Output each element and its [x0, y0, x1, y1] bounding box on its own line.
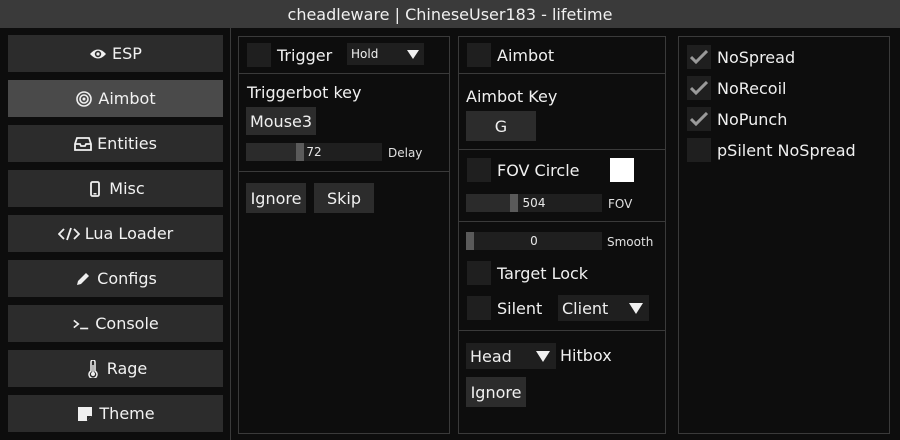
sidebar-item-label: Aimbot: [98, 89, 156, 108]
sidebar-item-label: Console: [95, 314, 159, 333]
sidebar-item-lua-loader[interactable]: Lua Loader: [8, 215, 223, 252]
chevron-down-icon: [402, 43, 424, 65]
silent-label: Silent: [497, 299, 543, 318]
sidebar-item-label: Configs: [97, 269, 157, 288]
check-icon: [690, 112, 708, 126]
inbox-icon: [74, 135, 92, 153]
code-icon: [57, 225, 80, 243]
trigger-label: Trigger: [277, 46, 333, 65]
eye-icon: [89, 45, 107, 63]
removal-label: NoPunch: [717, 110, 788, 129]
fov-value: 504: [522, 196, 546, 210]
target-lock-checkbox[interactable]: [467, 261, 491, 285]
thermometer-icon: [84, 359, 102, 378]
aimbot-ignore-button-label: Ignore: [470, 382, 522, 402]
aimbot-label: Aimbot: [497, 46, 555, 65]
sticky-note-icon: [76, 405, 94, 423]
smooth-label: Smooth: [607, 235, 654, 249]
divider: [459, 149, 665, 150]
removal-label: NoSpread: [717, 48, 796, 67]
hitbox-value: Head: [470, 346, 512, 366]
sidebar-item-misc[interactable]: Misc: [8, 170, 223, 207]
terminal-icon: [72, 315, 90, 333]
delay-slider[interactable]: 72: [246, 143, 382, 161]
skip-button[interactable]: Skip: [314, 183, 374, 213]
skip-button-label: Skip: [326, 188, 362, 208]
check-icon: [690, 50, 708, 64]
sidebar-item-label: Entities: [97, 134, 157, 153]
fov-circle-label: FOV Circle: [497, 161, 580, 180]
delay-value: 72: [306, 145, 322, 159]
trigger-checkbox[interactable]: [247, 43, 271, 67]
chevron-down-icon: [530, 343, 556, 369]
sidebar-item-rage[interactable]: Rage: [8, 350, 223, 387]
sidebar-item-label: Rage: [106, 359, 148, 378]
triggerbot-key-button[interactable]: Mouse3: [246, 107, 316, 135]
silent-mode-dropdown[interactable]: Client: [558, 295, 649, 321]
silent-mode-value: Client: [562, 298, 609, 318]
removal-label: pSilent NoSpread: [717, 141, 856, 160]
removal-checkbox[interactable]: [687, 107, 711, 131]
aimbot-checkbox[interactable]: [467, 43, 491, 67]
fov-circle-checkbox[interactable]: [467, 158, 491, 182]
ignore-button[interactable]: Ignore: [246, 183, 306, 213]
sidebar-item-label: ESP: [112, 44, 142, 63]
window-title-bar: cheadleware | ChineseUser183 - lifetime: [0, 0, 900, 28]
trigger-mode-dropdown[interactable]: Hold: [347, 43, 424, 65]
sidebar-item-entities[interactable]: Entities: [8, 125, 223, 162]
fov-label: FOV: [608, 197, 633, 211]
main-area: ESP Aimbot Entities Misc Lua Loader Conf…: [0, 28, 900, 440]
aimbot-key-label: Aimbot Key: [466, 87, 558, 106]
fov-circle-color-swatch[interactable]: [610, 158, 634, 182]
window-title: cheadleware | ChineseUser183 - lifetime: [287, 4, 613, 24]
divider: [459, 221, 665, 222]
pencil-icon: [74, 270, 92, 288]
delay-label: Delay: [388, 146, 423, 160]
aimbot-ignore-button[interactable]: Ignore: [466, 377, 526, 407]
removal-checkbox[interactable]: [687, 138, 711, 162]
triggerbot-key-label: Triggerbot key: [247, 83, 362, 102]
divider: [239, 73, 449, 74]
sidebar-item-configs[interactable]: Configs: [8, 260, 223, 297]
ignore-button-label: Ignore: [250, 188, 302, 208]
sidebar-item-label: Lua Loader: [84, 224, 174, 243]
sidebar-item-label: Misc: [109, 179, 145, 198]
triggerbot-key-value: Mouse3: [249, 111, 313, 131]
target-icon: [75, 90, 93, 108]
hitbox-dropdown[interactable]: Head: [466, 343, 556, 369]
removal-label: NoRecoil: [717, 79, 787, 98]
smooth-value: 0: [530, 234, 538, 248]
silent-checkbox[interactable]: [467, 296, 491, 320]
divider: [459, 330, 665, 331]
removal-checkbox[interactable]: [687, 45, 711, 69]
sidebar-item-console[interactable]: Console: [8, 305, 223, 342]
trigger-mode-value: Hold: [351, 47, 379, 61]
sidebar-divider: [230, 28, 231, 440]
divider: [239, 171, 449, 172]
sidebar-item-esp[interactable]: ESP: [8, 35, 223, 72]
aimbot-key-value: G: [494, 116, 508, 136]
smooth-slider[interactable]: 0: [466, 232, 602, 250]
removal-checkbox[interactable]: [687, 76, 711, 100]
mobile-icon: [86, 180, 104, 198]
hitbox-label: Hitbox: [560, 346, 612, 365]
divider: [459, 73, 665, 74]
chevron-down-icon: [623, 295, 649, 321]
aimbot-key-button[interactable]: G: [466, 111, 536, 141]
sidebar-item-theme[interactable]: Theme: [8, 395, 223, 432]
sidebar-item-aimbot[interactable]: Aimbot: [8, 80, 223, 117]
check-icon: [690, 81, 708, 95]
fov-slider[interactable]: 504: [466, 194, 602, 212]
target-lock-label: Target Lock: [497, 264, 589, 283]
sidebar-item-label: Theme: [99, 404, 155, 423]
